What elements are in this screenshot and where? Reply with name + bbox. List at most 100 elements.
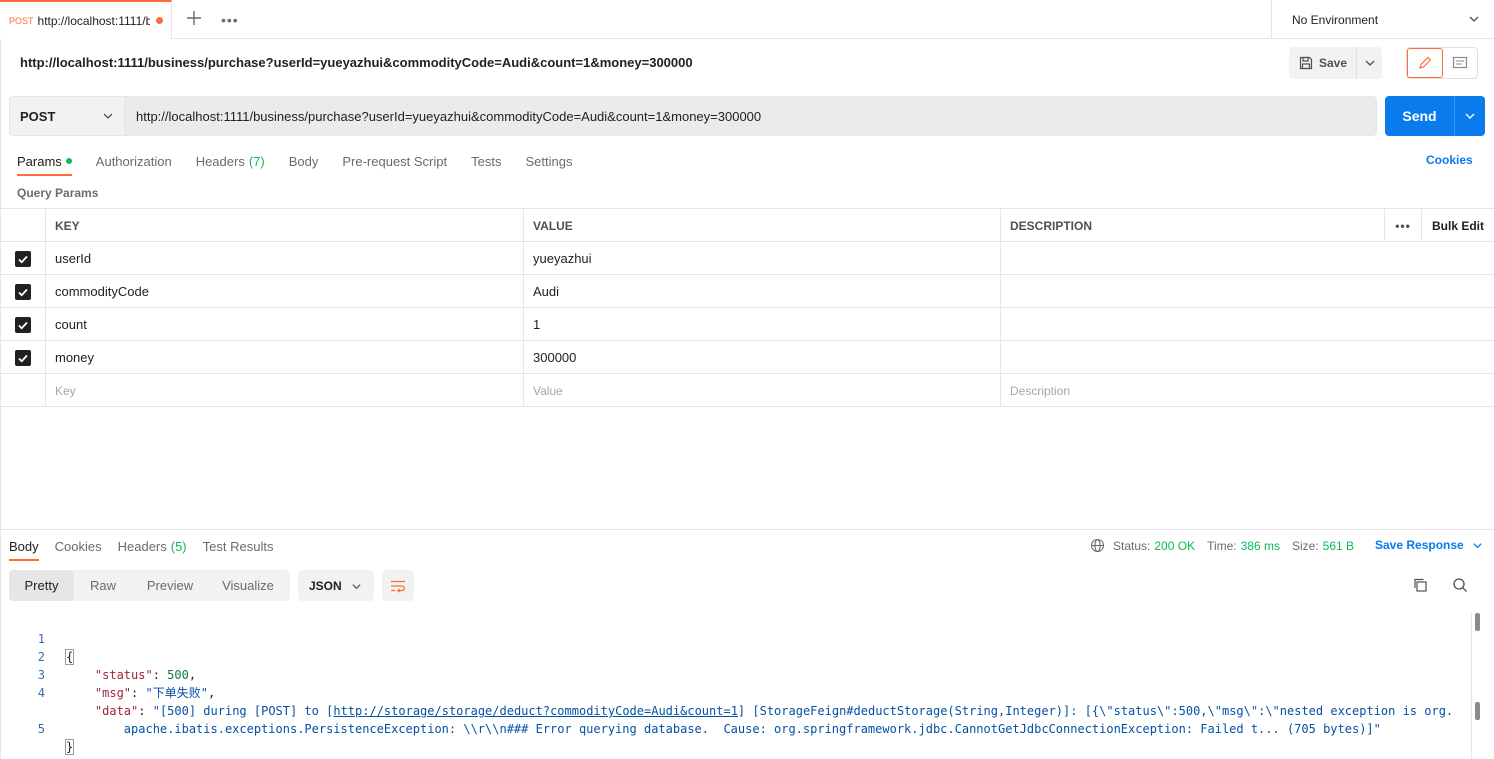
send-dropdown-button[interactable] [1455, 96, 1485, 136]
request-tab[interactable]: POST http://localhost:1111/business/purc… [0, 0, 172, 39]
documentation-mode-button[interactable] [1443, 48, 1477, 78]
headers-count: (7) [248, 153, 265, 169]
param-value-cell[interactable]: Audi [524, 275, 1001, 308]
format-select[interactable]: JSON [298, 570, 374, 601]
save-label: Save [1319, 56, 1348, 70]
query-params-heading: Query Params [17, 186, 99, 200]
method-select[interactable]: POST [10, 97, 125, 135]
table-row-placeholder: Key Value Description [0, 374, 1494, 407]
wrap-lines-button[interactable] [382, 570, 414, 601]
tab-label: Body [288, 153, 319, 169]
response-body-code[interactable]: 1 { 2 "status": 500, 3 "msg": "下单失败", 4 … [0, 612, 1470, 755]
tab-label: Params [17, 153, 62, 169]
param-description-cell[interactable] [1001, 275, 1494, 308]
param-checkbox[interactable] [14, 349, 31, 366]
more-horizontal-icon[interactable]: ••• [221, 12, 239, 28]
response-tab-cookies[interactable]: Cookies [55, 531, 102, 561]
status-label: Status: [1113, 538, 1151, 553]
url-input[interactable]: http://localhost:1111/business/purchase?… [125, 97, 1376, 135]
environment-select[interactable]: No Environment [1271, 0, 1494, 39]
param-key-cell[interactable]: count [46, 308, 524, 341]
search-icon[interactable] [1452, 577, 1468, 593]
tab-pre-request-script[interactable]: Pre-request Script [342, 146, 447, 176]
save-response-label: Save Response [1375, 538, 1464, 552]
time-value[interactable]: 386 ms [1241, 539, 1280, 553]
tab-label: Headers [195, 153, 245, 169]
chevron-down-icon [1469, 16, 1479, 22]
new-key-input[interactable]: Key [46, 374, 524, 407]
tab-params[interactable]: Params [17, 146, 72, 176]
tab-bar: POST http://localhost:1111/business/purc… [0, 0, 1494, 39]
scrollbar-marker[interactable] [1475, 702, 1480, 720]
new-value-input[interactable]: Value [524, 374, 1001, 407]
send-button-group: Send [1385, 96, 1485, 136]
chevron-down-icon [352, 584, 361, 590]
checkbox-cell [0, 374, 46, 407]
tab-tests[interactable]: Tests [471, 146, 501, 176]
response-tabs: Body Cookies Headers (5) Test Results [9, 531, 289, 561]
tab-label: Headers [117, 538, 167, 554]
json-string-continuation: apache.ibatis.exceptions.PersistenceExce… [123, 722, 1381, 736]
bulk-edit-button[interactable]: Bulk Edit [1422, 209, 1494, 242]
tab-authorization[interactable]: Authorization [96, 146, 172, 176]
param-description-cell[interactable] [1001, 341, 1494, 374]
request-tabs: Params Authorization Headers (7) Body Pr… [17, 146, 596, 176]
param-key-cell[interactable]: userId [46, 242, 524, 275]
request-title-row: http://localhost:1111/business/purchase?… [0, 40, 1494, 86]
checkbox-cell [0, 341, 46, 374]
chevron-down-icon [1465, 113, 1475, 119]
comment-icon [1452, 56, 1468, 69]
pencil-icon [1419, 56, 1432, 69]
param-value-cell[interactable]: yueyazhui [524, 242, 1001, 275]
status-value[interactable]: 200 OK [1154, 539, 1195, 553]
param-checkbox[interactable] [14, 316, 31, 333]
param-value-cell[interactable]: 300000 [524, 341, 1001, 374]
size-value[interactable]: 561 B [1323, 539, 1354, 553]
param-description-cell[interactable] [1001, 242, 1494, 275]
url-bar: POST http://localhost:1111/business/purc… [9, 96, 1377, 136]
response-tab-test-results[interactable]: Test Results [203, 531, 274, 561]
response-divider[interactable] [0, 529, 1494, 530]
check-icon [17, 354, 28, 362]
code-scrollbar[interactable] [1471, 612, 1481, 759]
response-tab-headers[interactable]: Headers (5) [118, 531, 187, 561]
new-description-input[interactable]: Description [1001, 374, 1494, 407]
view-pretty-button[interactable]: Pretty [9, 570, 74, 601]
environment-label: No Environment [1292, 12, 1379, 27]
param-description-cell[interactable] [1001, 308, 1494, 341]
tab-settings[interactable]: Settings [525, 146, 572, 176]
response-meta: Status: 200 OK Time: 386 ms Size: 561 B [1090, 538, 1354, 553]
save-button[interactable]: Save [1289, 47, 1357, 79]
response-tab-body[interactable]: Body [9, 531, 39, 561]
code-line: 5 } [0, 702, 1470, 755]
chevron-down-icon [103, 113, 113, 119]
param-value-cell[interactable]: 1 [524, 308, 1001, 341]
edit-mode-button[interactable] [1407, 48, 1443, 78]
code-line: 1 { [0, 612, 1470, 665]
request-name[interactable]: http://localhost:1111/business/purchase?… [20, 55, 693, 70]
view-raw-button[interactable]: Raw [74, 570, 132, 601]
save-button-group: Save [1289, 47, 1382, 79]
wrap-lines-icon [391, 580, 405, 593]
unsaved-dot-icon [155, 17, 163, 24]
globe-icon[interactable] [1090, 538, 1105, 553]
scrollbar-marker[interactable] [1475, 613, 1480, 631]
save-dropdown-button[interactable] [1357, 57, 1382, 69]
tab-headers[interactable]: Headers (7) [196, 146, 265, 176]
param-checkbox[interactable] [14, 250, 31, 267]
send-button[interactable]: Send [1385, 96, 1455, 136]
param-key-cell[interactable]: commodityCode [46, 275, 524, 308]
save-response-button[interactable]: Save Response [1375, 538, 1483, 552]
tab-body[interactable]: Body [289, 146, 319, 176]
view-preview-button[interactable]: Preview [132, 570, 208, 601]
copy-icon[interactable] [1412, 577, 1428, 593]
column-options-button[interactable]: ••• [1385, 209, 1422, 242]
param-key-cell[interactable]: money [46, 341, 524, 374]
plus-icon[interactable] [185, 9, 203, 27]
param-checkbox[interactable] [14, 283, 31, 300]
params-table: KEY VALUE DESCRIPTION ••• Bulk Edit user… [0, 208, 1494, 407]
check-icon [17, 255, 28, 263]
view-visualize-button[interactable]: Visualize [208, 570, 288, 601]
table-row: count 1 [0, 308, 1494, 341]
cookies-link[interactable]: Cookies [1426, 153, 1473, 167]
